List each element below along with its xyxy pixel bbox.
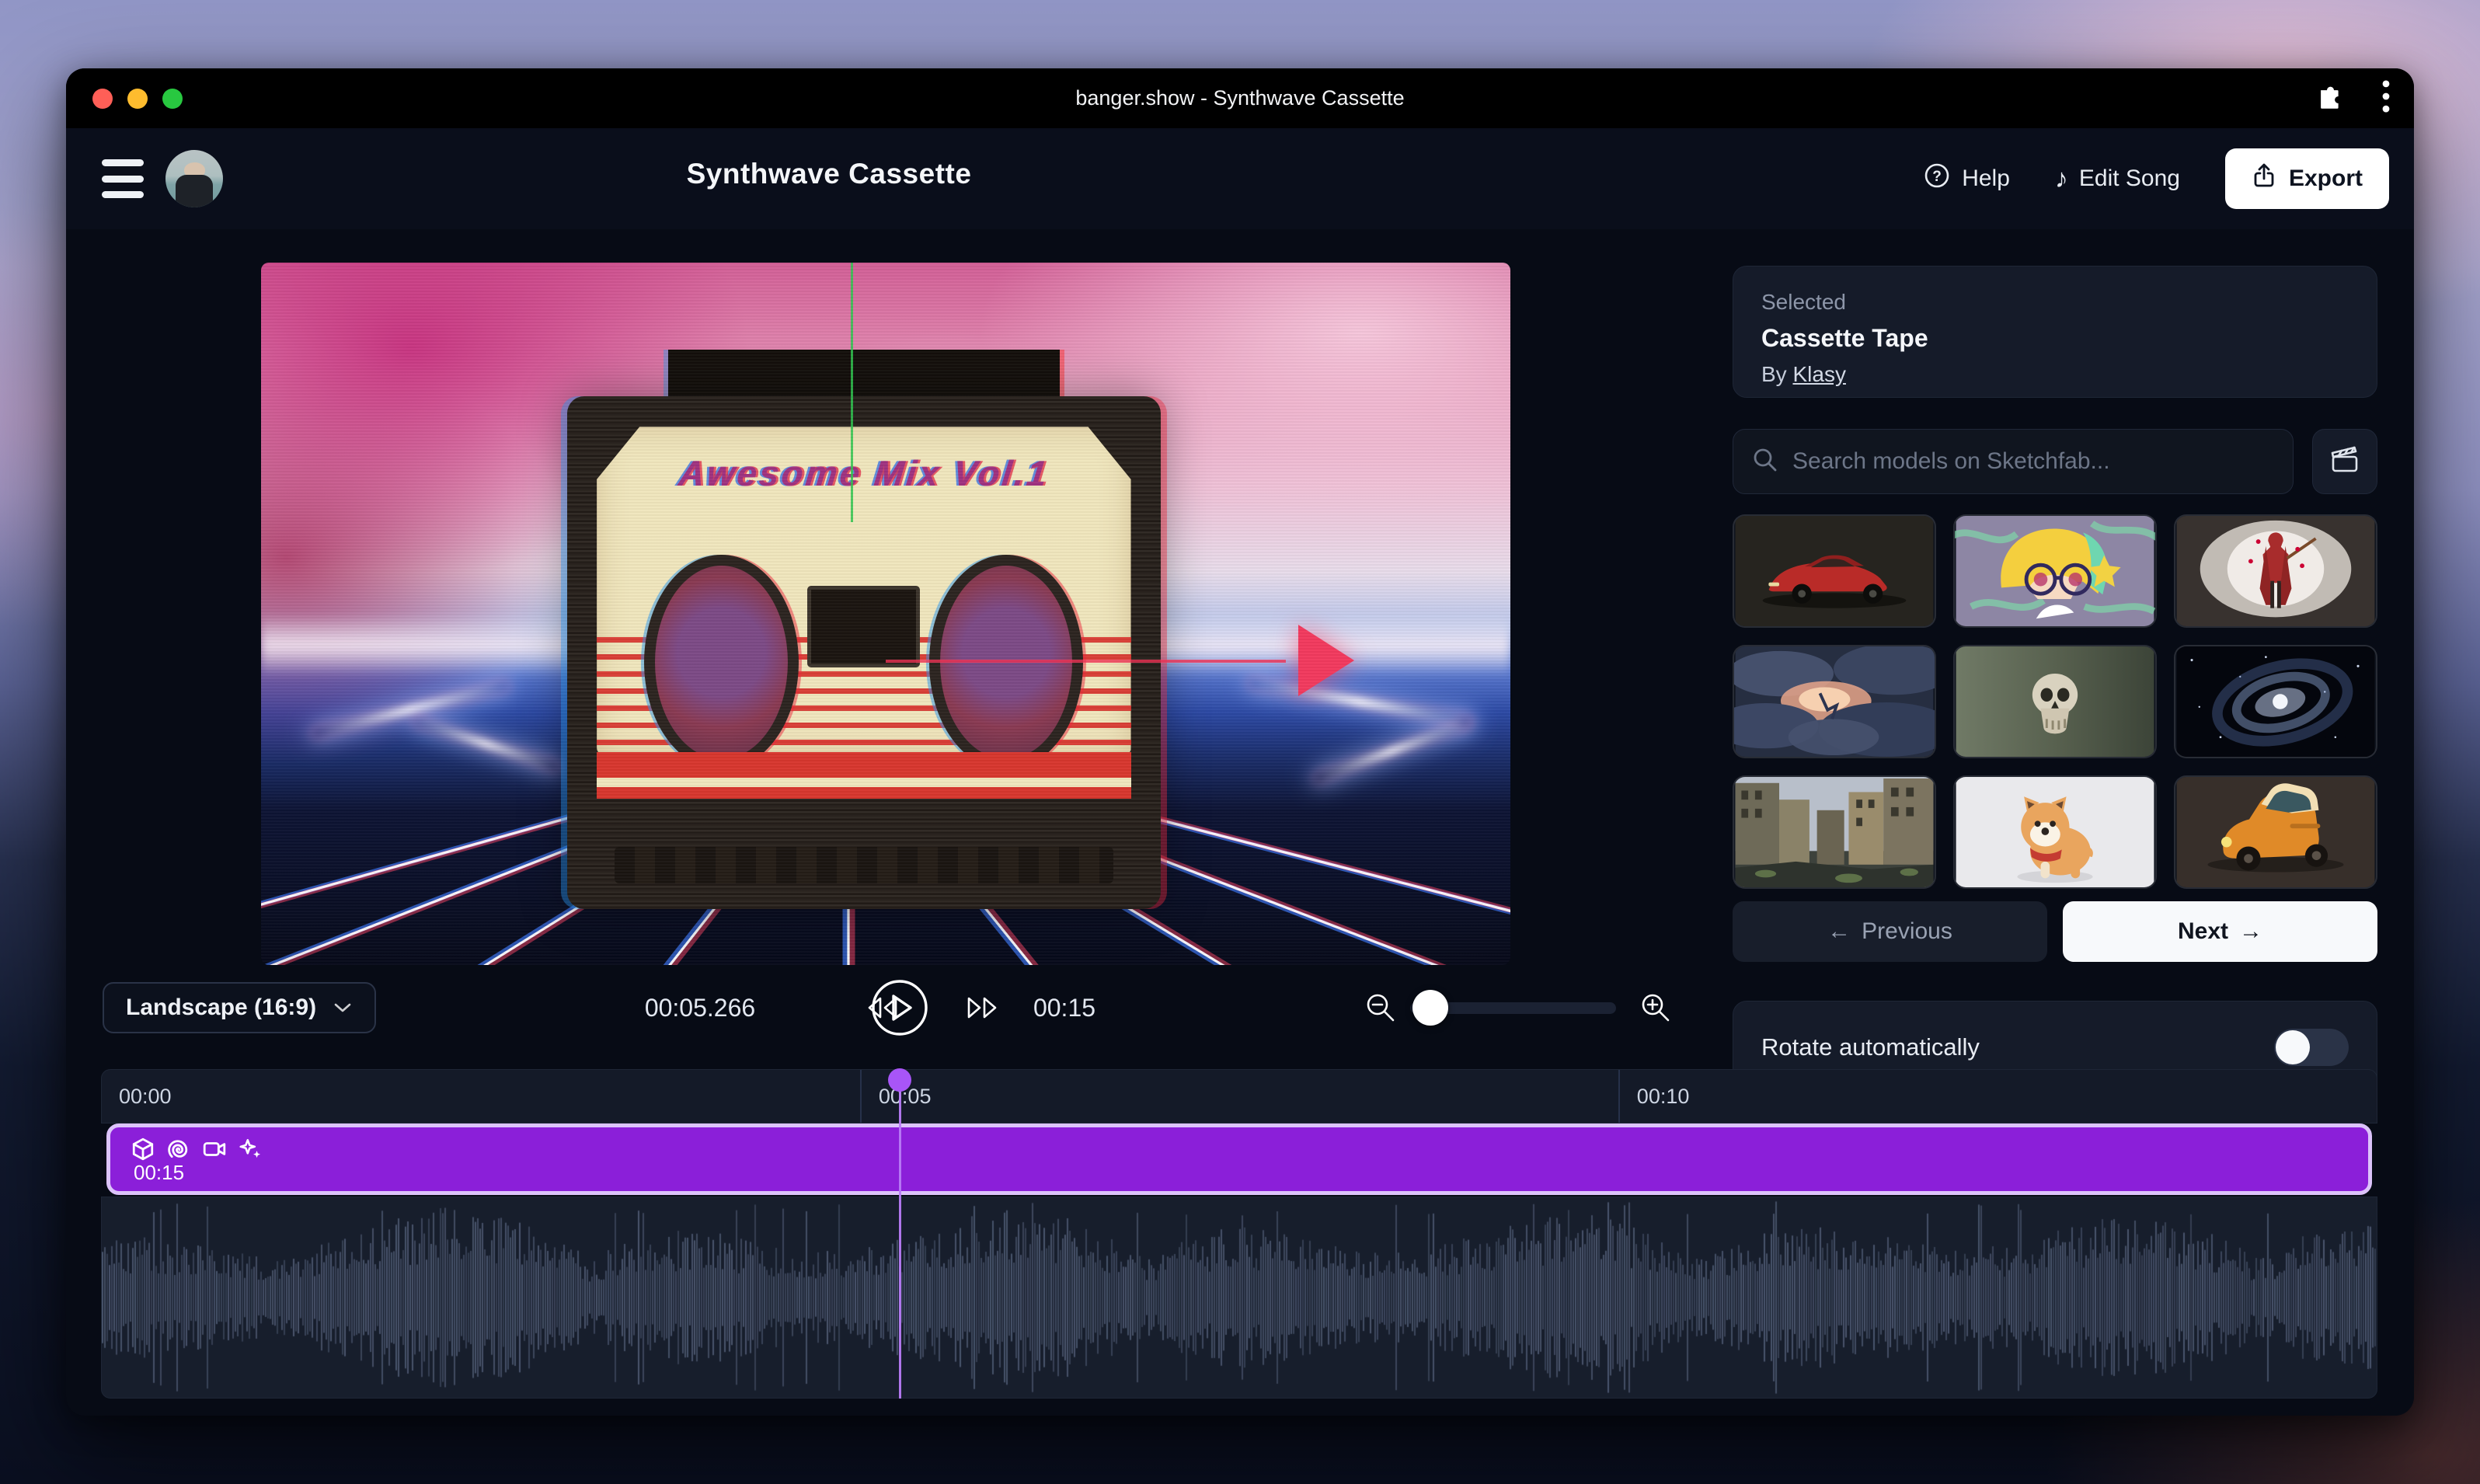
timeline-clip[interactable]: 00:15 — [106, 1123, 2372, 1195]
selected-heading: Selected — [1761, 290, 2349, 315]
current-time: 00:05.266 — [645, 973, 755, 1043]
author-link[interactable]: Klasy — [1792, 362, 1845, 386]
cassette-label-text: Awesome Mix Vol.1 — [565, 452, 1162, 494]
model-thumb-abandoned-city[interactable] — [1733, 775, 1936, 889]
user-avatar[interactable] — [165, 150, 223, 207]
model-thumb-red-sports-car[interactable] — [1733, 514, 1936, 628]
glitch-line — [851, 263, 853, 522]
model-grid — [1733, 514, 2377, 889]
model-thumb-orange-vintage-car[interactable] — [2174, 775, 2377, 889]
model-search-box[interactable] — [1733, 429, 2294, 494]
search-input[interactable] — [1792, 448, 2274, 475]
playhead-handle[interactable] — [888, 1068, 911, 1092]
model-thumb-skull[interactable] — [1953, 645, 2157, 758]
project-title: Synthwave Cassette — [687, 158, 972, 190]
zoom-slider-knob[interactable] — [1412, 990, 1448, 1026]
video-camera-icon — [202, 1137, 227, 1165]
window-title: banger.show - Synthwave Cassette — [66, 86, 2414, 110]
model-thumb-storm-clouds[interactable] — [1733, 645, 1936, 758]
cassette-reel-left — [644, 555, 799, 770]
zoom-in-icon[interactable] — [1631, 973, 1681, 1043]
video-preview[interactable]: Awesome Mix Vol.1 — [261, 263, 1510, 965]
music-note-icon: ♪ — [2055, 164, 2068, 194]
play-button[interactable] — [865, 973, 935, 1043]
export-share-icon — [2252, 162, 2276, 195]
rotate-label: Rotate automatically — [1761, 1033, 1980, 1061]
search-icon — [1752, 447, 1778, 477]
previous-page-button[interactable]: ← Previous — [1733, 901, 2047, 962]
selected-model-card: Selected Cassette Tape By Klasy — [1733, 266, 2377, 398]
rotate-toggle[interactable] — [2274, 1029, 2349, 1066]
timeline-ruler[interactable]: 00:00 00:05 00:10 — [101, 1069, 2377, 1123]
export-button[interactable]: Export — [2225, 148, 2389, 209]
cassette-reel-right — [929, 555, 1084, 770]
timeline: 00:00 00:05 00:10 — [101, 1069, 2377, 1399]
arrow-left-icon: ← — [1827, 918, 1851, 945]
clapperboard-button[interactable] — [2312, 429, 2377, 494]
model-thumb-spiral-galaxy[interactable] — [2174, 645, 2377, 758]
help-icon: ? — [1923, 162, 1951, 196]
audio-waveform-panel[interactable] — [101, 1197, 2377, 1399]
audio-waveform — [102, 1197, 2377, 1398]
hamburger-menu-icon[interactable] — [102, 159, 144, 198]
ruler-label-1: 00:05 — [860, 1070, 1618, 1123]
ruler-label-2: 00:10 — [1618, 1070, 2377, 1123]
titlebar: banger.show - Synthwave Cassette — [66, 68, 2414, 128]
next-page-button[interactable]: Next → — [2063, 901, 2377, 962]
selected-model-name: Cassette Tape — [1761, 324, 2349, 353]
edit-song-button[interactable]: ♪ Edit Song — [2055, 164, 2180, 194]
app-window: banger.show - Synthwave Cassette Synthwa… — [66, 68, 2414, 1416]
model-thumb-shiba-dog[interactable] — [1953, 775, 2157, 889]
arrow-right-icon: → — [2239, 918, 2262, 945]
total-duration: 00:15 — [1033, 973, 1095, 1043]
help-button[interactable]: ? Help — [1923, 162, 2010, 196]
chevron-down-icon — [333, 995, 353, 1021]
model-thumb-anime-girl[interactable] — [1953, 514, 2157, 628]
sparkles-icon — [238, 1137, 263, 1165]
kebab-menu-icon[interactable] — [2381, 79, 2391, 117]
app-header: Synthwave Cassette ? Help ♪ Edit Song — [66, 128, 2414, 229]
clip-duration-label: 00:15 — [134, 1161, 184, 1185]
selected-model-author: By Klasy — [1761, 362, 2349, 387]
playhead-line — [899, 1069, 901, 1399]
red-arrow-pin — [1298, 625, 1354, 696]
aspect-ratio-select[interactable]: Landscape (16:9) — [103, 982, 376, 1033]
zoom-out-icon[interactable] — [1356, 973, 1405, 1043]
fast-forward-button[interactable] — [953, 973, 1012, 1043]
cassette-3d-model: Awesome Mix Vol.1 — [567, 396, 1161, 909]
ruler-label-0: 00:00 — [102, 1070, 860, 1123]
model-thumb-red-sorceress[interactable] — [2174, 514, 2377, 628]
timeline-zoom-slider[interactable] — [1410, 1002, 1616, 1014]
svg-text:?: ? — [1932, 169, 1942, 185]
desktop-wallpaper: banger.show - Synthwave Cassette Synthwa… — [0, 0, 2480, 1484]
clapperboard-icon — [2329, 444, 2360, 479]
extensions-puzzle-icon[interactable] — [2313, 82, 2341, 114]
